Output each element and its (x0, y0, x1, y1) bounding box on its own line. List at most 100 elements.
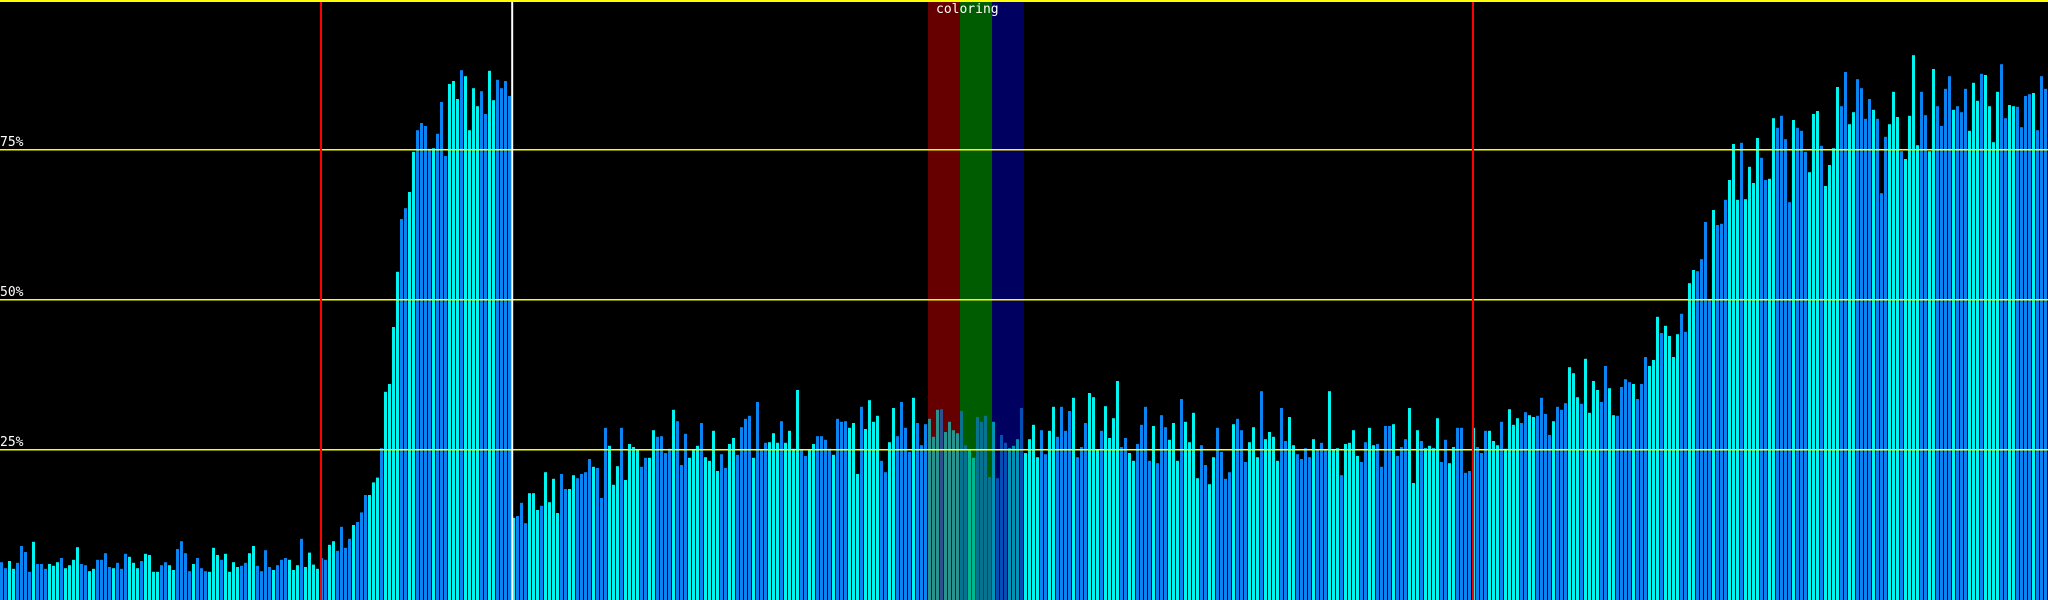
bar (356, 522, 359, 600)
y-tick-label-50: 50% (0, 285, 24, 300)
bar (144, 553, 147, 600)
bar (1128, 453, 1131, 600)
bar (412, 151, 415, 600)
bar (1596, 390, 1599, 600)
bar (28, 571, 31, 600)
bar (92, 568, 95, 600)
bar (1988, 106, 1991, 600)
bar (116, 562, 119, 600)
bar (1476, 447, 1479, 600)
bar (1332, 450, 1335, 600)
bar (1456, 427, 1459, 600)
bar (780, 421, 783, 600)
bar (1964, 88, 1967, 600)
bar (1656, 316, 1659, 600)
bar (196, 558, 199, 600)
bar (1768, 178, 1771, 600)
bar (348, 538, 351, 600)
bar (1664, 325, 1667, 600)
bar (1744, 199, 1747, 600)
bar (316, 568, 319, 600)
bar (1628, 382, 1631, 600)
bar (108, 567, 111, 600)
bar (604, 427, 607, 600)
bar (664, 453, 667, 600)
bar (1916, 145, 1919, 600)
bar (416, 130, 419, 600)
bar (1048, 430, 1051, 600)
bar (364, 495, 367, 600)
bar (1072, 397, 1075, 600)
bar (160, 565, 163, 600)
bar (1780, 115, 1783, 600)
bar (332, 541, 335, 600)
bar (284, 558, 287, 600)
bar (652, 430, 655, 600)
bar (44, 568, 47, 600)
bar (720, 454, 723, 600)
bar (208, 571, 211, 600)
bar (1616, 415, 1619, 600)
bar (300, 538, 303, 600)
bar (1036, 457, 1039, 600)
bar (1248, 442, 1251, 600)
bar (1076, 457, 1079, 600)
bar (832, 454, 835, 600)
bar (1372, 445, 1375, 600)
bar (176, 549, 179, 600)
bar (1068, 411, 1071, 600)
bar (856, 474, 859, 600)
bar (1288, 417, 1291, 600)
bar (836, 418, 839, 600)
bar (952, 430, 955, 600)
bar (1848, 124, 1851, 600)
bar (1184, 421, 1187, 600)
bar (1272, 436, 1275, 600)
bar (544, 472, 547, 600)
bar (400, 219, 403, 600)
bar (1096, 450, 1099, 600)
gridline (0, 449, 2048, 451)
bar (1792, 120, 1795, 600)
bar (1668, 336, 1671, 600)
bar (56, 562, 59, 600)
bar (1772, 118, 1775, 600)
top-border (0, 0, 2048, 2)
bar (1168, 439, 1171, 600)
bar (384, 391, 387, 600)
bar (1888, 124, 1891, 600)
bar (1884, 136, 1887, 600)
bar (2028, 94, 2031, 600)
bar (628, 444, 631, 600)
y-tick-label-25: 25% (0, 435, 24, 450)
bar (668, 448, 671, 600)
bar (1192, 412, 1195, 600)
bar (1804, 151, 1807, 600)
bar (1484, 430, 1487, 600)
bar (768, 442, 771, 600)
bar (236, 567, 239, 600)
bar (984, 415, 987, 600)
bar (936, 409, 939, 600)
bar (448, 84, 451, 600)
bar (1496, 445, 1499, 600)
bar (948, 421, 951, 600)
bar (136, 568, 139, 600)
bar (1824, 186, 1827, 600)
bar (908, 451, 911, 600)
bar (1736, 199, 1739, 600)
bar (1180, 399, 1183, 600)
bar (1236, 418, 1239, 600)
bar (2032, 93, 2035, 600)
bar (264, 550, 267, 600)
bar (576, 478, 579, 600)
bar (148, 555, 151, 600)
bar (1912, 55, 1915, 600)
bar (1652, 360, 1655, 600)
bar (940, 409, 943, 600)
bar (1728, 180, 1731, 600)
bar (1788, 202, 1791, 600)
bar (424, 126, 427, 600)
bar (132, 562, 135, 600)
bar (1108, 438, 1111, 600)
